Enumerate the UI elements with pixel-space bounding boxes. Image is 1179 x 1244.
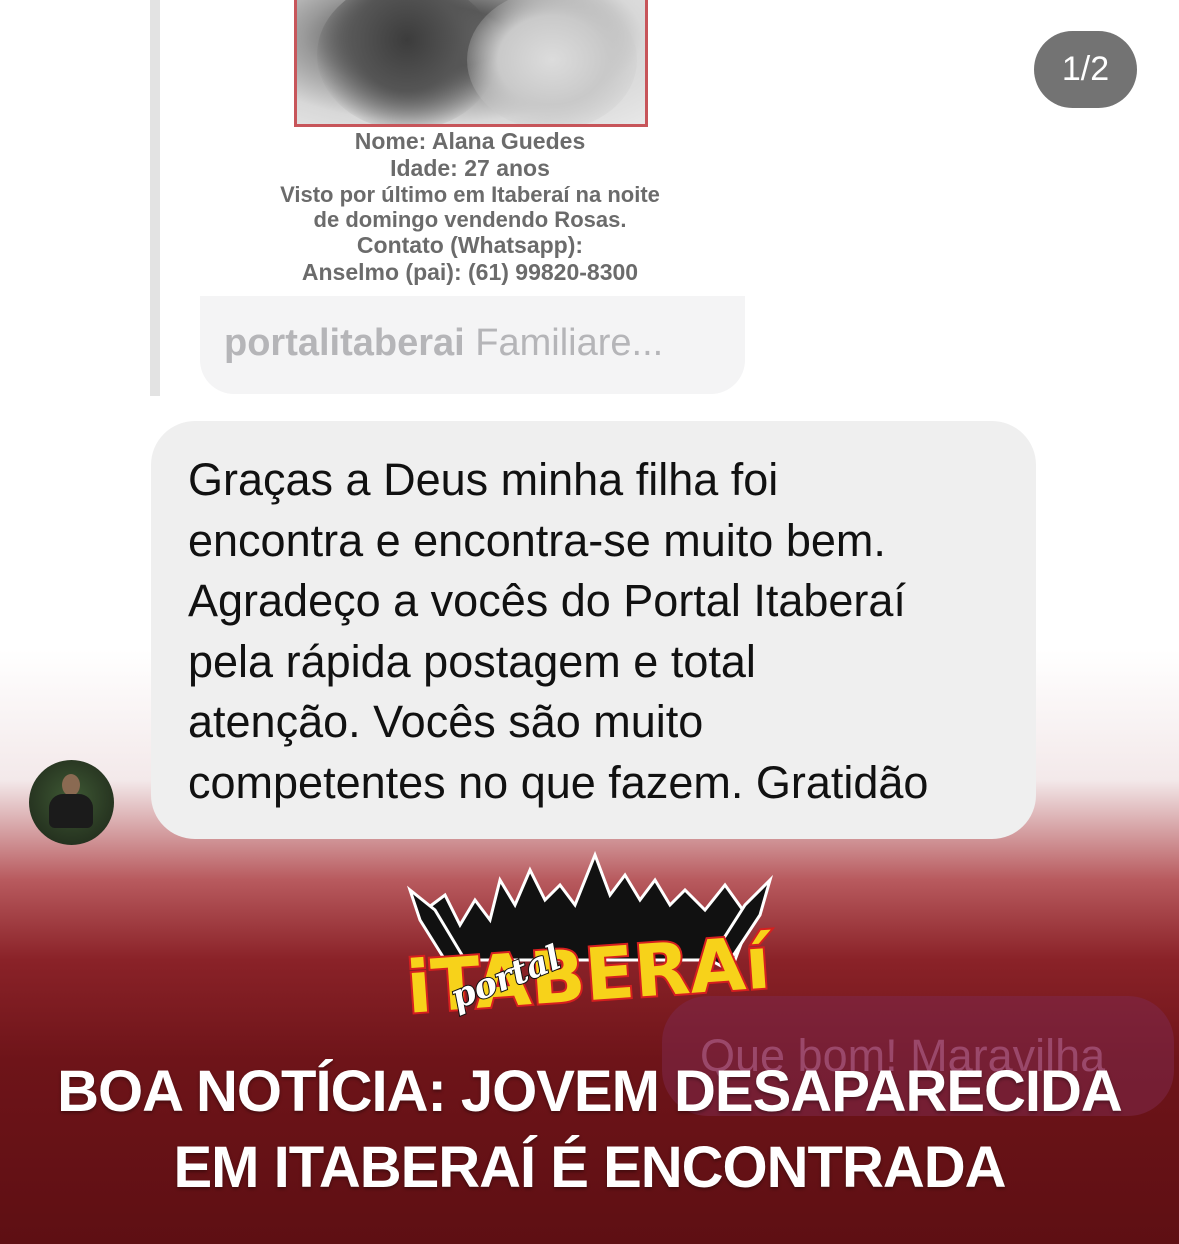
caption-text: Familiare... <box>464 322 664 364</box>
poster-line-name: Nome: Alana Guedes <box>354 128 586 154</box>
message-line: atenção. Vocês são muito <box>188 696 704 747</box>
poster-line-age: Idade: 27 anos <box>390 155 550 181</box>
avatar-body <box>49 794 93 828</box>
poster-line-last-seen: Visto por último em Itaberaí na noite <box>280 182 660 207</box>
message-line: pela rápida postagem e total <box>188 635 756 687</box>
reply-indicator-line <box>150 0 160 396</box>
message-line: Graças a Deus minha filha foi <box>188 454 779 505</box>
portal-itaberai-logo: iTABERAí portal <box>405 850 775 1032</box>
poster-line-last-seen-cont: de domingo vendendo Rosas. <box>313 207 627 232</box>
photo-hand-area <box>467 0 637 124</box>
headline-line-1: BOA NOTÍCIA: JOVEM DESAPARECIDA <box>57 1059 1123 1124</box>
message-line: Agradeço a vocês do Portal Itaberaí <box>188 575 906 626</box>
incoming-message-text: Graças a Deus minha filha foi encontra e… <box>188 450 1028 813</box>
missing-person-poster-text: Nome: Alana Guedes Idade: 27 anos Visto … <box>200 128 740 286</box>
news-headline: BOA NOTÍCIA: JOVEM DESAPARECIDA EM ITABE… <box>0 1054 1179 1206</box>
caption-username: portalitaberai <box>224 322 465 364</box>
missing-person-photo[interactable] <box>294 0 648 127</box>
poster-line-phone: Anselmo (pai): (61) 99820-8300 <box>301 259 639 285</box>
shared-post-caption[interactable]: portalitaberai Familiare... <box>224 322 663 365</box>
message-line: encontra e encontra-se muito bem. <box>188 514 886 566</box>
message-line: competentes no que fazem. Gratidão <box>188 756 929 808</box>
poster-line-contact: Contato (Whatsapp): <box>356 232 584 258</box>
avatar-head <box>62 774 80 796</box>
headline-line-2: EM ITABERAÍ É ENCONTRADA <box>173 1135 1006 1200</box>
sender-avatar[interactable] <box>29 760 114 845</box>
story-page-counter: 1/2 <box>1034 31 1137 108</box>
